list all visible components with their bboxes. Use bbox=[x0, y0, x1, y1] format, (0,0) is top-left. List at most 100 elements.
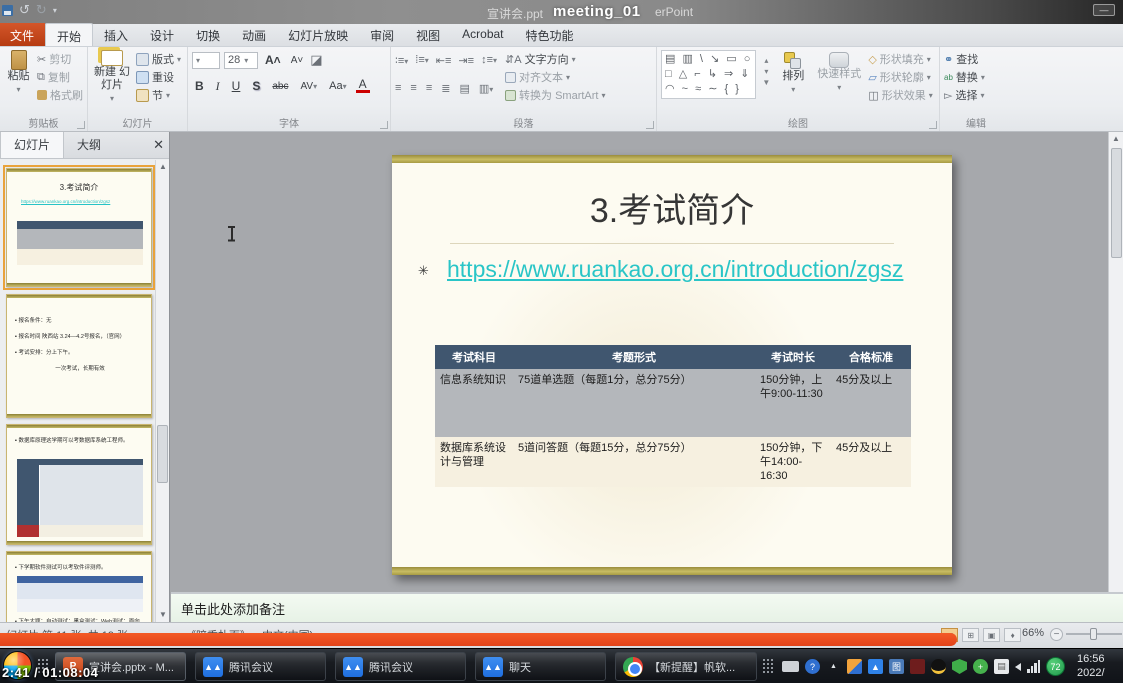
replace-button[interactable]: ab替换▾ bbox=[944, 68, 1008, 86]
shape-effects-button[interactable]: ◫形状效果▾ bbox=[868, 86, 932, 104]
align-center-icon[interactable]: ≡ bbox=[410, 82, 416, 94]
section-button[interactable]: 节▾ bbox=[136, 86, 181, 104]
taskbar-button-chat[interactable]: ▲▲ 聊天 bbox=[475, 652, 606, 681]
minimize-button[interactable]: — bbox=[1093, 4, 1115, 16]
tray-antivirus-icon[interactable]: + bbox=[973, 659, 988, 674]
panel-tab-slides[interactable]: 幻灯片 bbox=[0, 132, 64, 158]
exam-table[interactable]: 考试科目 考题形式 考试时长 合格标准 信息系统知识 75道单选题（每题1分，总… bbox=[435, 345, 911, 487]
justify-icon[interactable]: ≣ bbox=[441, 82, 450, 95]
slide-title[interactable]: 3.考试简介 bbox=[392, 183, 952, 232]
notes-pane[interactable]: 单击此处添加备注 bbox=[171, 592, 1123, 622]
tab-design[interactable]: 设计 bbox=[139, 23, 185, 46]
slide-hyperlink[interactable]: https://www.ruankao.org.cn/introduction/… bbox=[447, 253, 927, 285]
arrange-button[interactable]: 排列 ▾ bbox=[776, 50, 810, 96]
tray-meeting-icon[interactable]: ▲ bbox=[868, 659, 883, 674]
zoom-out-button[interactable]: − bbox=[1050, 628, 1063, 641]
text-shadow-button[interactable]: S bbox=[249, 79, 263, 93]
format-painter-button[interactable]: 格式刷 bbox=[37, 86, 83, 104]
tab-special-features[interactable]: 特色功能 bbox=[515, 23, 585, 46]
redo-icon[interactable]: ↻ bbox=[36, 2, 47, 18]
reset-button[interactable]: 重设 bbox=[136, 68, 181, 86]
paste-button[interactable]: 粘贴 ▾ bbox=[4, 50, 33, 104]
paste-dropdown-icon[interactable]: ▾ bbox=[16, 83, 20, 96]
tab-file[interactable]: 文件 bbox=[0, 23, 45, 46]
underline-button[interactable]: U bbox=[229, 79, 244, 93]
quick-styles-button[interactable]: 快速样式 ▾ bbox=[816, 50, 862, 94]
tray-badge[interactable]: 72 bbox=[1046, 657, 1065, 676]
undo-icon[interactable]: ↺ bbox=[19, 2, 30, 18]
grow-font-icon[interactable]: A˄ bbox=[262, 53, 284, 67]
tray-red-icon[interactable] bbox=[910, 659, 925, 674]
zoom-slider-knob[interactable] bbox=[1090, 628, 1097, 640]
tray-shield-icon[interactable] bbox=[952, 659, 967, 674]
text-direction-button[interactable]: ⇵A文字方向▾ bbox=[505, 50, 605, 68]
shapes-scroll-up-icon[interactable]: ▴ bbox=[764, 56, 768, 65]
new-slide-dropdown-icon[interactable]: ▾ bbox=[110, 92, 114, 105]
layout-button[interactable]: 版式▾ bbox=[136, 50, 181, 68]
taskbar-button-chrome[interactable]: 【新提醒】帆软... bbox=[615, 652, 757, 681]
video-progress-bar[interactable] bbox=[0, 633, 957, 646]
shapes-gallery[interactable]: ▤ ▥ \ ↘ ▭ ○ □ △ ⌐ ↳ ⇒ ⇓ ◠ ~ ≈ ∼ { } bbox=[661, 50, 756, 99]
zoom-level[interactable]: 66% bbox=[1022, 627, 1044, 639]
font-size-combo[interactable]: 28▾ bbox=[224, 52, 258, 69]
tab-slideshow[interactable]: 幻灯片放映 bbox=[277, 23, 359, 46]
save-icon[interactable] bbox=[2, 5, 13, 16]
select-button[interactable]: ▻选择▾ bbox=[944, 86, 1008, 104]
paragraph-dialog-launcher-icon[interactable] bbox=[646, 121, 654, 129]
align-right-icon[interactable]: ≡ bbox=[426, 82, 432, 94]
panel-scroll-up-icon[interactable]: ▲ bbox=[156, 162, 170, 171]
shapes-more-icon[interactable]: ▼ bbox=[762, 78, 770, 87]
slide-canvas[interactable]: 3.考试简介 ✳ https://www.ruankao.org.cn/intr… bbox=[392, 155, 952, 575]
tab-review[interactable]: 审阅 bbox=[359, 23, 405, 46]
new-slide-button[interactable]: 新建 幻灯片 ▾ bbox=[92, 50, 132, 105]
tray-input-icon[interactable]: 图 bbox=[889, 659, 904, 674]
character-spacing-button[interactable]: AV▾ bbox=[297, 81, 320, 92]
slide-thumbnail-13[interactable]: ▪ 数据库原理这学期可以考数据库系统工程师。 bbox=[6, 424, 152, 545]
tab-insert[interactable]: 插入 bbox=[93, 23, 139, 46]
slide-thumbnail-11[interactable]: 3.考试简介 https://www.ruankao.org.cn/introd… bbox=[6, 168, 152, 287]
slideshow-view-button[interactable]: ♦ bbox=[1004, 628, 1021, 642]
taskbar-button-meeting-1[interactable]: ▲▲ 腾讯会议 bbox=[195, 652, 326, 681]
change-case-button[interactable]: Aa▾ bbox=[326, 80, 349, 92]
convert-smartart-button[interactable]: 转换为 SmartArt▾ bbox=[505, 86, 605, 104]
reading-view-button[interactable]: ▣ bbox=[983, 628, 1000, 642]
numbering-icon[interactable]: ⁞≡▾ bbox=[415, 54, 429, 66]
editor-scrollbar[interactable]: ▲ bbox=[1108, 132, 1123, 592]
tab-home[interactable]: 开始 bbox=[45, 23, 93, 46]
tray-qq-icon[interactable] bbox=[931, 659, 946, 674]
line-spacing-icon[interactable]: ↕≡▾ bbox=[481, 54, 497, 66]
slide-sorter-view-button[interactable]: ⊞ bbox=[962, 628, 979, 642]
qat-dropdown-icon[interactable]: ▾ bbox=[53, 6, 57, 15]
shrink-font-icon[interactable]: A˅ bbox=[288, 55, 307, 66]
slide-thumbnail-12[interactable]: ▪ 报名条件：无 ▪ 报名时间 陕西站 3.24—4.2号报名，（官网） ▪ 考… bbox=[6, 294, 152, 418]
network-icon[interactable] bbox=[1027, 660, 1040, 673]
panel-scrollbar[interactable]: ▲ ▼ bbox=[155, 160, 169, 622]
panel-scroll-thumb[interactable] bbox=[157, 425, 168, 483]
keyboard-icon[interactable] bbox=[782, 661, 799, 672]
show-hidden-icons[interactable]: ▲ bbox=[826, 659, 841, 674]
clear-formatting-icon[interactable]: ◪ bbox=[310, 52, 322, 68]
slide-thumbnail-14[interactable]: ▪ 下学期软件测试可以考软件评测师。 ▪ 下午大题：自动测试；黑盒测试；Web测… bbox=[6, 551, 152, 622]
tab-transitions[interactable]: 切换 bbox=[185, 23, 231, 46]
tab-view[interactable]: 视图 bbox=[405, 23, 451, 46]
bullets-icon[interactable]: ∶≡▾ bbox=[395, 54, 408, 67]
ime-grid-icon[interactable] bbox=[762, 658, 774, 674]
italic-button[interactable]: I bbox=[213, 79, 223, 94]
taskbar-clock[interactable]: 16:56 2022/ bbox=[1077, 652, 1123, 680]
tab-animations[interactable]: 动画 bbox=[231, 23, 277, 46]
align-text-button[interactable]: 对齐文本▾ bbox=[505, 68, 605, 86]
zoom-slider[interactable] bbox=[1066, 633, 1122, 635]
shapes-scroll-down-icon[interactable]: ▾ bbox=[764, 67, 768, 76]
panel-scroll-down-icon[interactable]: ▼ bbox=[156, 610, 170, 619]
panel-tab-outline[interactable]: 大纲 bbox=[64, 132, 114, 158]
cut-button[interactable]: ✂剪切 bbox=[37, 50, 83, 68]
clipboard-dialog-launcher-icon[interactable] bbox=[77, 121, 85, 129]
increase-indent-icon[interactable]: ⇥≡ bbox=[458, 54, 474, 67]
strikethrough-button[interactable]: abc bbox=[269, 81, 291, 92]
tray-youdao-icon[interactable] bbox=[847, 659, 862, 674]
shape-fill-button[interactable]: ◇形状填充▾ bbox=[868, 50, 932, 68]
tab-acrobat[interactable]: Acrobat bbox=[451, 23, 514, 46]
font-dialog-launcher-icon[interactable] bbox=[380, 121, 388, 129]
editor-scroll-thumb[interactable] bbox=[1111, 148, 1122, 258]
decrease-indent-icon[interactable]: ⇤≡ bbox=[436, 54, 452, 67]
